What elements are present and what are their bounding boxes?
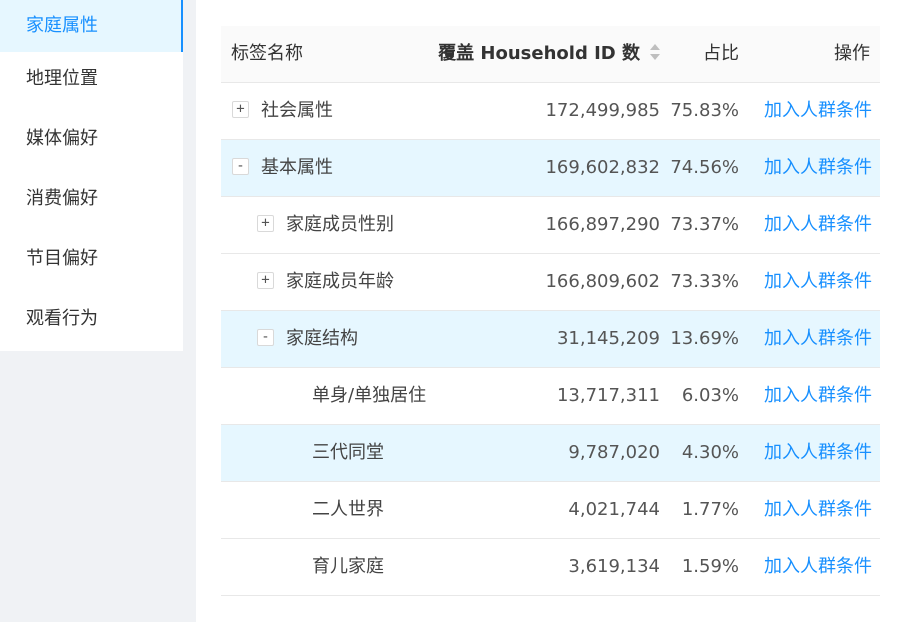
row-label: 社会属性: [261, 100, 333, 121]
row-percentage: 1.77%: [681, 499, 739, 520]
table-row: 二人世界 4,021,744 1.77% 加入人群条件: [221, 482, 880, 539]
row-percentage: 73.37%: [670, 214, 739, 235]
sidebar-item-household-attributes[interactable]: 家庭属性: [0, 0, 183, 52]
add-audience-condition-link[interactable]: 加入人群条件: [764, 140, 872, 196]
add-audience-condition-label[interactable]: 加入人群条件: [764, 556, 872, 577]
row-label: 单身/单独居住: [312, 385, 427, 406]
row-percentage: 6.03%: [681, 385, 739, 406]
row-name-cell: + 家庭成员年龄: [221, 254, 394, 310]
row-percentage: 1.59%: [681, 556, 739, 577]
expand-icon[interactable]: +: [257, 271, 274, 289]
add-audience-condition-link[interactable]: 加入人群条件: [764, 368, 872, 424]
header-household-count[interactable]: 覆盖 Household ID 数: [438, 26, 660, 82]
add-audience-condition-label[interactable]: 加入人群条件: [764, 328, 872, 349]
add-audience-condition-link[interactable]: 加入人群条件: [764, 197, 872, 253]
row-percentage: 75.83%: [670, 100, 739, 121]
row-name-cell: 单身/单独居住: [221, 368, 426, 424]
add-audience-condition-label[interactable]: 加入人群条件: [764, 385, 872, 406]
table-row: 三代同堂 9,787,020 4.30% 加入人群条件: [221, 425, 880, 482]
row-label: 家庭结构: [286, 328, 358, 349]
row-label: 家庭成员性别: [286, 214, 394, 235]
row-percentage: 74.56%: [670, 157, 739, 178]
row-count: 31,145,209: [556, 328, 660, 349]
sidebar-item-consumption-preference[interactable]: 消费偏好: [0, 172, 183, 232]
row-name-cell: 育儿家庭: [221, 539, 384, 595]
row-percentage: 13.69%: [670, 328, 739, 349]
table-row: + 家庭成员年龄 166,809,602 73.33% 加入人群条件: [221, 254, 880, 311]
row-percentage: 4.30%: [681, 442, 739, 463]
add-audience-condition-label[interactable]: 加入人群条件: [764, 157, 872, 178]
add-audience-condition-link[interactable]: 加入人群条件: [764, 311, 872, 367]
sidebar-item-geo-location[interactable]: 地理位置: [0, 52, 183, 112]
row-name-cell: + 家庭成员性别: [221, 197, 394, 253]
row-count: 169,602,832: [545, 157, 660, 178]
add-audience-condition-label[interactable]: 加入人群条件: [764, 100, 872, 121]
collapse-icon[interactable]: -: [232, 157, 249, 175]
row-label: 二人世界: [312, 499, 384, 520]
row-name-cell: 二人世界: [221, 482, 384, 538]
sidebar-item-program-preference[interactable]: 节目偏好: [0, 232, 183, 292]
row-label: 基本属性: [261, 157, 333, 178]
row-label: 家庭成员年龄: [286, 271, 394, 292]
row-label: 三代同堂: [312, 442, 384, 463]
expand-icon[interactable]: +: [257, 214, 274, 232]
table-row: - 家庭结构 31,145,209 13.69% 加入人群条件: [221, 311, 880, 368]
table-row: + 家庭成员性别 166,897,290 73.37% 加入人群条件: [221, 197, 880, 254]
header-tag-name: 标签名称: [231, 43, 303, 64]
row-count: 166,809,602: [545, 271, 660, 292]
add-audience-condition-link[interactable]: 加入人群条件: [764, 482, 872, 538]
header-household-count-label: 覆盖 Household ID 数: [438, 43, 640, 64]
sidebar-item-viewing-behavior[interactable]: 观看行为: [0, 292, 183, 352]
header-percentage: 占比: [703, 43, 739, 64]
collapse-icon[interactable]: -: [257, 328, 274, 346]
row-name-cell: - 基本属性: [221, 140, 333, 196]
table-row: + 社会属性 172,499,985 75.83% 加入人群条件: [221, 83, 880, 140]
table-row: 育儿家庭 3,619,134 1.59% 加入人群条件: [221, 539, 880, 596]
row-name-cell: + 社会属性: [221, 83, 333, 139]
row-name-cell: - 家庭结构: [221, 311, 358, 367]
sidebar-item-media-preference[interactable]: 媒体偏好: [0, 112, 183, 172]
sort-icon[interactable]: [650, 44, 660, 60]
add-audience-condition-label[interactable]: 加入人群条件: [764, 271, 872, 292]
row-percentage: 73.33%: [670, 271, 739, 292]
row-count: 4,021,744: [568, 499, 660, 520]
sidebar: 家庭属性 地理位置 媒体偏好 消费偏好 节目偏好 观看行为: [0, 0, 183, 351]
tag-table: 标签名称 覆盖 Household ID 数 占比 操作 + 社会属性 172,4…: [221, 26, 880, 596]
row-count: 3,619,134: [568, 556, 660, 577]
add-audience-condition-link[interactable]: 加入人群条件: [764, 539, 872, 595]
main-panel: 标签名称 覆盖 Household ID 数 占比 操作 + 社会属性 172,4…: [196, 0, 907, 622]
table-header: 标签名称 覆盖 Household ID 数 占比 操作: [221, 26, 880, 83]
add-audience-condition-label[interactable]: 加入人群条件: [764, 499, 872, 520]
add-audience-condition-link[interactable]: 加入人群条件: [764, 83, 872, 139]
table-row: - 基本属性 169,602,832 74.56% 加入人群条件: [221, 140, 880, 197]
row-name-cell: 三代同堂: [221, 425, 384, 481]
row-count: 13,717,311: [556, 385, 660, 406]
header-action: 操作: [834, 43, 870, 64]
row-count: 166,897,290: [545, 214, 660, 235]
add-audience-condition-link[interactable]: 加入人群条件: [764, 254, 872, 310]
row-label: 育儿家庭: [312, 556, 384, 577]
expand-icon[interactable]: +: [232, 100, 249, 118]
add-audience-condition-label[interactable]: 加入人群条件: [764, 442, 872, 463]
table-row: 单身/单独居住 13,717,311 6.03% 加入人群条件: [221, 368, 880, 425]
add-audience-condition-link[interactable]: 加入人群条件: [764, 425, 872, 481]
add-audience-condition-label[interactable]: 加入人群条件: [764, 214, 872, 235]
row-count: 172,499,985: [545, 100, 660, 121]
row-count: 9,787,020: [568, 442, 660, 463]
